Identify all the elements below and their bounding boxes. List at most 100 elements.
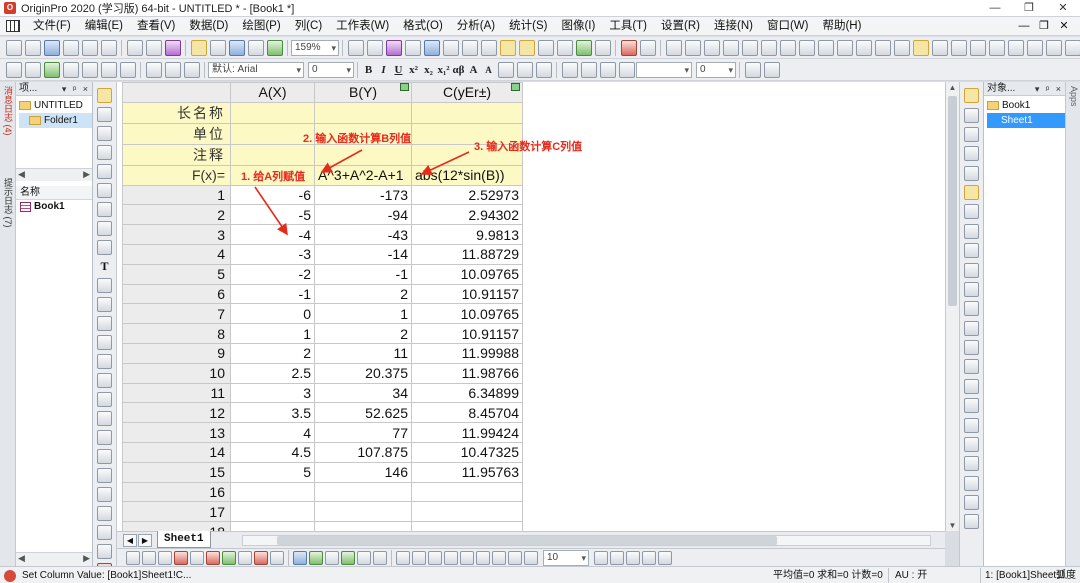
cell-a[interactable]: 1: [230, 323, 315, 344]
next-icon[interactable]: [1026, 39, 1043, 56]
area-chart-icon[interactable]: [190, 550, 204, 565]
ungroup-icon[interactable]: [964, 475, 979, 491]
cell-c[interactable]: 10.91157: [411, 283, 523, 305]
filter-icon[interactable]: [817, 39, 834, 56]
group-icon[interactable]: [964, 456, 979, 472]
vertical-scrollbar[interactable]: ▲ ▼: [945, 82, 959, 531]
draw-data-icon[interactable]: [97, 240, 112, 255]
set-y-icon[interactable]: [684, 39, 701, 56]
pattern-icon[interactable]: [580, 61, 597, 78]
line-tool-icon[interactable]: [97, 316, 112, 331]
pointer-icon[interactable]: [97, 88, 112, 103]
hint-log-tab[interactable]: 提示日志 (7): [2, 178, 13, 228]
column-width-icon[interactable]: [516, 61, 533, 78]
box-chart-icon[interactable]: [254, 550, 268, 565]
menu-window[interactable]: 窗口(W): [760, 17, 816, 36]
3d-graph-icon[interactable]: [293, 550, 307, 565]
list-item-book1[interactable]: Book1: [16, 200, 92, 214]
cut-icon[interactable]: [145, 61, 162, 78]
worksheet-data-icon[interactable]: [5, 61, 22, 78]
menu-tools[interactable]: 工具(T): [602, 17, 654, 36]
text-tool-icon[interactable]: T: [100, 259, 108, 274]
flip-icon[interactable]: [642, 550, 656, 565]
border-style-icon[interactable]: [658, 550, 672, 565]
end-icon[interactable]: [1064, 39, 1080, 56]
menu-file[interactable]: 文件(F): [26, 17, 78, 36]
print-preview-icon[interactable]: [366, 39, 383, 56]
align-left-icon[interactable]: [964, 281, 979, 297]
scroll-up-icon[interactable]: ▲: [946, 83, 959, 92]
legend-icon[interactable]: [97, 544, 112, 559]
vertical-scroll-thumb[interactable]: [948, 96, 957, 306]
add-layer-icon[interactable]: [556, 39, 573, 56]
normal-random-icon[interactable]: [119, 61, 136, 78]
apps-tab[interactable]: Apps: [1068, 86, 1079, 107]
row-numbers-icon[interactable]: [81, 61, 98, 78]
sheet-prev-icon[interactable]: ◀: [123, 534, 137, 547]
supersubscript-button[interactable]: x₁²: [436, 64, 451, 76]
zoom-out-icon[interactable]: [518, 39, 535, 56]
line-color-icon[interactable]: [599, 61, 616, 78]
ternary-icon[interactable]: [357, 550, 371, 565]
row-number[interactable]: 13: [122, 422, 231, 443]
cell-a[interactable]: [230, 501, 315, 523]
panel-3-icon[interactable]: [964, 243, 979, 259]
cell-a[interactable]: -1: [230, 283, 315, 305]
font-name-combo[interactable]: 默认: Arial: [208, 61, 304, 78]
axis-tool-icon[interactable]: [964, 107, 979, 123]
new-matrix-icon[interactable]: [81, 39, 98, 56]
cell-b[interactable]: 2: [314, 283, 412, 305]
first-icon[interactable]: [988, 39, 1005, 56]
row-number[interactable]: 7: [122, 303, 231, 325]
draw-tool-icon[interactable]: [964, 185, 979, 201]
annotation-icon[interactable]: [97, 525, 112, 540]
increase-font-button[interactable]: A: [466, 64, 481, 76]
anchor-tool-icon[interactable]: [964, 165, 979, 181]
message-log-icon[interactable]: [480, 39, 497, 56]
cell-a[interactable]: 0: [230, 303, 315, 325]
print-icon[interactable]: [347, 39, 364, 56]
cell-b[interactable]: 146: [314, 461, 412, 483]
insert-graph-icon[interactable]: [97, 373, 112, 388]
line-symbol-icon[interactable]: [158, 550, 172, 565]
left-align-icon[interactable]: [396, 550, 410, 565]
cell-a[interactable]: [230, 481, 315, 503]
align-bottom-icon[interactable]: [964, 340, 979, 356]
3d-rotate-icon[interactable]: [97, 430, 112, 445]
cell-a[interactable]: 4: [230, 422, 315, 443]
contour-icon[interactable]: [222, 550, 236, 565]
rotate-icon[interactable]: [626, 550, 640, 565]
cell-c[interactable]: [411, 501, 523, 523]
tree-node-untitled[interactable]: UNTITLED: [19, 98, 92, 113]
row-number[interactable]: 17: [122, 501, 231, 523]
new-graph-icon[interactable]: [62, 39, 79, 56]
panel-2-icon[interactable]: [964, 223, 979, 239]
data-cursor-icon[interactable]: [97, 183, 112, 198]
set-z-icon[interactable]: [703, 39, 720, 56]
screen-reader-icon[interactable]: [97, 145, 112, 160]
histogram-icon[interactable]: [760, 39, 777, 56]
open-icon[interactable]: [190, 39, 207, 56]
cell-a[interactable]: 3.5: [230, 402, 315, 424]
close-button[interactable]: ✕: [1046, 0, 1080, 17]
open-template-icon[interactable]: [209, 39, 226, 56]
row-number[interactable]: 16: [122, 481, 231, 503]
line-plot-icon[interactable]: [126, 550, 140, 565]
sheet-next-icon[interactable]: ▶: [138, 534, 152, 547]
menu-image[interactable]: 图像(I): [554, 17, 602, 36]
cell-c[interactable]: 11.99988: [411, 342, 523, 364]
cell-a[interactable]: 5: [230, 461, 315, 483]
menu-edit[interactable]: 编辑(E): [78, 17, 130, 36]
front-icon[interactable]: [964, 495, 979, 511]
zoom-combo[interactable]: 159%: [291, 39, 339, 56]
object-node-book1[interactable]: Book1: [987, 98, 1065, 113]
rectangle-tool-icon[interactable]: [97, 335, 112, 350]
line-width-combo[interactable]: 0: [696, 61, 736, 78]
line-style-combo[interactable]: [636, 61, 692, 78]
decrease-font-button[interactable]: A: [481, 65, 496, 75]
3d-bar-icon[interactable]: [341, 550, 355, 565]
new-workbook-icon[interactable]: [43, 39, 60, 56]
middle-align-icon[interactable]: [460, 550, 474, 565]
align-right-icon[interactable]: [964, 301, 979, 317]
row-number[interactable]: 11: [122, 382, 231, 404]
